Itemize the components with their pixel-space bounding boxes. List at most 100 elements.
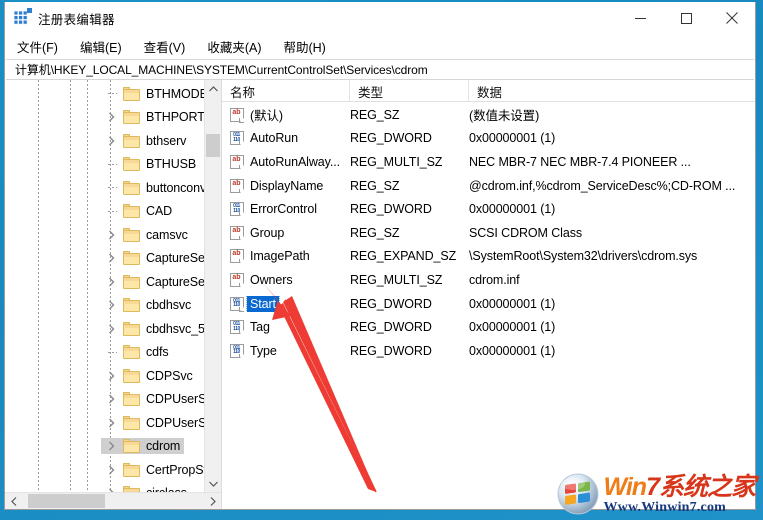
scroll-right-icon[interactable] [204, 493, 221, 509]
folder-icon [123, 415, 140, 430]
tree-item-captureserv[interactable]: CaptureServ [5, 270, 204, 294]
value-row[interactable]: 011 110 Start REG_DWORD 0x00000001 (1) [222, 292, 755, 316]
value-row[interactable]: ab Owners REG_MULTI_SZ cdrom.inf [222, 268, 755, 292]
maximize-button[interactable] [663, 2, 709, 34]
value-name-cell[interactable]: ab (默认) [222, 105, 350, 124]
value-name-cell[interactable]: 011 110 Start [222, 295, 350, 312]
tree-hscroll-track[interactable] [22, 493, 204, 509]
values-list[interactable]: ab (默认) REG_SZ (数值未设置) 011 110 AutoRun REG_DWOR… [222, 102, 755, 509]
value-name-cell[interactable]: ab Owners [222, 272, 350, 287]
minimize-button[interactable] [617, 2, 663, 34]
value-name-cell[interactable]: 011 110 AutoRun [222, 131, 350, 146]
menu-help[interactable]: 帮助(H) [280, 35, 335, 59]
tree-item-bthmoden[interactable]: BTHMODEN [5, 82, 204, 106]
tree-item-bthusb[interactable]: BTHUSB [5, 153, 204, 177]
chevron-right-icon[interactable] [105, 440, 117, 452]
value-row[interactable]: 011 110 Type REG_DWORD 0x00000001 (1) [222, 339, 755, 363]
folder-icon [123, 180, 140, 195]
tree-item-bthport[interactable]: BTHPORT [5, 106, 204, 130]
tree-item-buttonconve[interactable]: buttonconve [5, 176, 204, 200]
menu-bar: 文件(F) 编辑(E) 查看(V) 收藏夹(A) 帮助(H) [5, 34, 755, 59]
chevron-right-icon[interactable] [105, 276, 117, 288]
value-row[interactable]: 011 110 Tag REG_DWORD 0x00000001 (1) [222, 315, 755, 339]
chevron-right-icon[interactable] [105, 393, 117, 405]
tree-item-bthserv[interactable]: bthserv [5, 129, 204, 153]
value-data: 0x00000001 (1) [469, 131, 556, 146]
tree-horizontal-scrollbar[interactable] [5, 492, 221, 509]
value-name-cell[interactable]: ab AutoRunAlway... [222, 154, 350, 169]
tree-item-cdrom[interactable]: cdrom [5, 435, 204, 459]
chevron-right-icon[interactable] [105, 135, 117, 147]
value-name-cell[interactable]: 011 110 ErrorControl [222, 202, 350, 217]
column-header-type[interactable]: 类型 [350, 80, 469, 102]
value-row[interactable]: ab ImagePath REG_EXPAND_SZ \SystemRoot\Syst… [222, 245, 755, 269]
registry-tree[interactable]: BTHMODEN BTHPORT bthserv BTHUSB buttonconve C… [5, 80, 204, 492]
value-name-cell[interactable]: 011 110 Type [222, 343, 350, 358]
tree-item-certpropsvc[interactable]: CertPropSvc [5, 458, 204, 482]
tree-item-camsvc[interactable]: camsvc [5, 223, 204, 247]
registry-path: 计算机\HKEY_LOCAL_MACHINE\SYSTEM\CurrentCon… [15, 63, 428, 77]
window-controls [617, 2, 755, 34]
scroll-left-icon[interactable] [5, 493, 22, 509]
chevron-right-icon[interactable] [105, 252, 117, 264]
folder-icon [123, 157, 140, 172]
title-bar: 注册表编辑器 [5, 2, 755, 34]
value-row[interactable]: ab DisplayName REG_SZ @cdrom.inf,%cdrom_Ser… [222, 174, 755, 198]
address-bar[interactable]: 计算机\HKEY_LOCAL_MACHINE\SYSTEM\CurrentCon… [6, 59, 754, 80]
values-column-headers: 名称 类型 数据 [222, 80, 755, 102]
tree-item-label: CaptureServ [146, 274, 204, 289]
value-row[interactable]: ab Group REG_SZ SCSI CDROM Class [222, 221, 755, 245]
folder-icon [123, 251, 140, 266]
value-type: REG_EXPAND_SZ [350, 249, 457, 264]
column-header-name[interactable]: 名称 [222, 80, 350, 102]
tree-item-circlass[interactable]: circlass [5, 482, 204, 492]
value-name: Tag [250, 320, 270, 335]
menu-favorites[interactable]: 收藏夹(A) [204, 35, 271, 59]
tree-item-cdpusersvc[interactable]: CDPUserSvc [5, 388, 204, 412]
value-data: cdrom.inf [469, 272, 520, 287]
folder-icon [123, 110, 140, 125]
tree-item-cbdhsvc-5ca[interactable]: cbdhsvc_5ca [5, 317, 204, 341]
chevron-right-icon[interactable] [105, 487, 117, 492]
value-name: Type [250, 343, 277, 358]
value-name-cell[interactable]: ab DisplayName [222, 178, 350, 193]
dword-value-icon: 011 110 [230, 202, 245, 217]
tree-vertical-scrollbar[interactable] [204, 80, 221, 492]
chevron-right-icon[interactable] [105, 417, 117, 429]
string-value-icon: ab [230, 225, 245, 240]
value-row[interactable]: 011 110 ErrorControl REG_DWORD 0x00000001 (1… [222, 197, 755, 221]
value-name-cell[interactable]: 011 110 Tag [222, 320, 350, 335]
tree-item-label: circlass [146, 486, 187, 492]
scroll-up-icon[interactable] [205, 80, 221, 97]
menu-file[interactable]: 文件(F) [14, 35, 68, 59]
value-row[interactable]: 011 110 AutoRun REG_DWORD 0x00000001 (1) [222, 127, 755, 151]
close-button[interactable] [709, 2, 755, 34]
tree-item-cbdhsvc[interactable]: cbdhsvc [5, 294, 204, 318]
tree-item-cdpsvc[interactable]: CDPSvc [5, 364, 204, 388]
menu-view[interactable]: 查看(V) [141, 35, 196, 59]
tree-hscroll-thumb[interactable] [28, 494, 105, 508]
tree-scroll-thumb[interactable] [206, 134, 220, 157]
chevron-right-icon[interactable] [105, 323, 117, 335]
chevron-right-icon[interactable] [105, 229, 117, 241]
chevron-right-icon[interactable] [105, 111, 117, 123]
value-type: REG_DWORD [350, 296, 432, 311]
column-header-data[interactable]: 数据 [469, 80, 755, 102]
value-type: REG_DWORD [350, 320, 432, 335]
tree-item-captureserv[interactable]: CaptureServ [5, 247, 204, 271]
tree-item-label: bthserv [146, 133, 187, 148]
tree-item-cad[interactable]: CAD [5, 200, 204, 224]
tree-item-cdpusersvc[interactable]: CDPUserSvc [5, 411, 204, 435]
tree-scroll-track[interactable] [205, 97, 221, 475]
chevron-right-icon[interactable] [105, 370, 117, 382]
value-row[interactable]: ab (默认) REG_SZ (数值未设置) [222, 103, 755, 127]
scroll-down-icon[interactable] [205, 475, 221, 492]
chevron-right-icon[interactable] [105, 299, 117, 311]
tree-item-cdfs[interactable]: cdfs [5, 341, 204, 365]
value-row[interactable]: ab AutoRunAlway... REG_MULTI_SZ NEC MBR-7 N… [222, 150, 755, 174]
value-name-cell[interactable]: ab ImagePath [222, 249, 350, 264]
menu-edit[interactable]: 编辑(E) [77, 35, 132, 59]
value-name-cell[interactable]: ab Group [222, 225, 350, 240]
tree-item-label: CaptureServ [146, 251, 204, 266]
chevron-right-icon[interactable] [105, 464, 117, 476]
